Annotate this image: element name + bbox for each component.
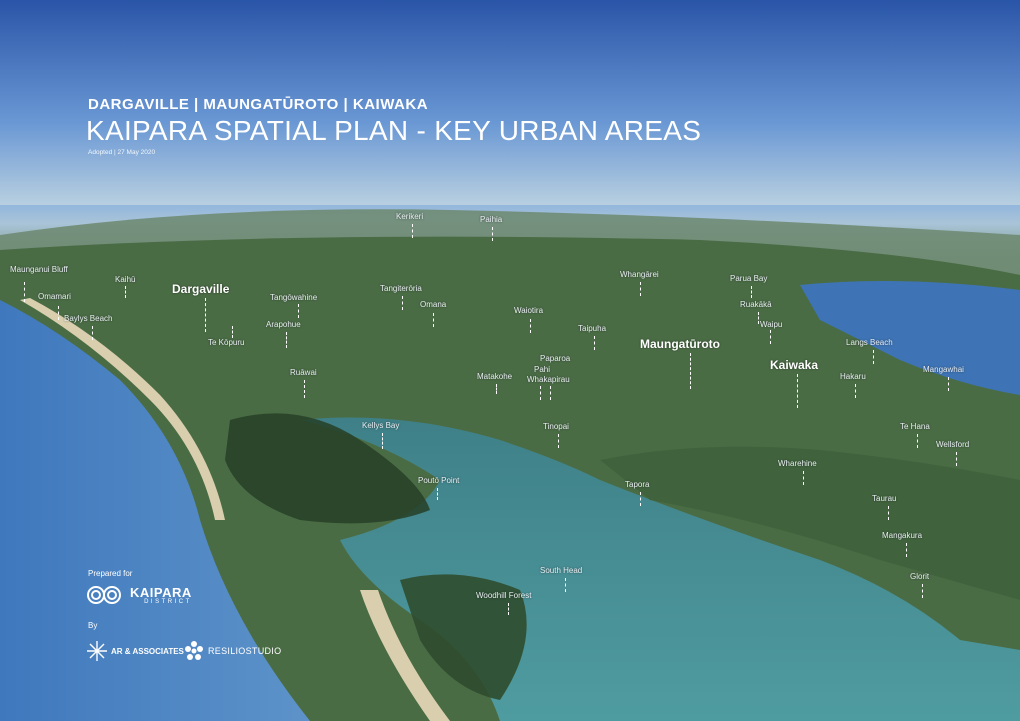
place-hakaru: Hakaru	[840, 372, 866, 381]
header-subtitle: DARGAVILLE | MAUNGATŪROTO | KAIWAKA	[88, 96, 429, 113]
starburst-icon	[87, 641, 107, 661]
place-te-hana: Te Hana	[900, 422, 930, 431]
place-ruawai: Ruāwai	[290, 368, 317, 377]
adopted-date: Adopted | 27 May 2020	[88, 149, 156, 156]
place-kellys-bay: Kellys Bay	[362, 421, 400, 430]
leader-line	[803, 471, 804, 485]
place-tangiteroria: Tangiterōria	[380, 284, 422, 293]
place-wellsford: Wellsford	[936, 440, 970, 449]
place-dargaville: Dargaville	[172, 282, 230, 296]
leader-line	[433, 313, 434, 327]
place-tinopai: Tinopai	[543, 422, 569, 431]
place-woodhill-forest: Woodhill Forest	[476, 591, 532, 600]
leader-line	[286, 332, 287, 348]
leader-line	[402, 296, 403, 310]
leader-line	[855, 384, 856, 398]
leader-line	[906, 543, 907, 557]
place-paihia: Paihia	[480, 215, 503, 224]
leader-line	[496, 384, 497, 394]
leader-line	[24, 282, 25, 302]
resilio-flower-icon	[185, 641, 203, 660]
leader-line	[382, 433, 383, 449]
leader-line	[917, 434, 918, 448]
place-taipuha: Taipuha	[578, 324, 607, 333]
place-glorit: Glorit	[910, 572, 930, 581]
leader-line	[508, 603, 509, 615]
page-title: KAIPARA SPATIAL PLAN - KEY URBAN AREAS	[86, 115, 702, 146]
place-mangakura: Mangakura	[882, 531, 923, 540]
place-whangarei: Whangārei	[620, 270, 659, 279]
place-matakohe: Matakohe	[477, 372, 513, 381]
kaipara-swirl-icon	[87, 586, 121, 604]
leader-line	[640, 492, 641, 506]
leader-line	[92, 326, 93, 340]
place-omamari: Omamari	[38, 292, 71, 301]
leader-line	[412, 224, 413, 238]
place-pouto-point: Poutō Point	[418, 476, 460, 485]
prepared-for-label: Prepared for	[88, 569, 133, 578]
leader-line	[888, 506, 889, 520]
cover-page: DARGAVILLE | MAUNGATŪROTO | KAIWAKA KAIP…	[0, 0, 1020, 721]
leader-line	[304, 380, 305, 398]
place-te-kopuru: Te Kōpuru	[208, 338, 245, 347]
leader-line	[797, 374, 798, 408]
place-baylys-beach: Baylys Beach	[64, 314, 113, 323]
leader-line	[540, 386, 541, 400]
place-mangawhai: Mangawhai	[923, 365, 964, 374]
leader-line	[640, 282, 641, 296]
place-maungaturoto: Maungatūroto	[640, 337, 720, 351]
leader-line	[565, 578, 566, 592]
leader-line	[550, 386, 551, 400]
leader-line	[690, 353, 691, 389]
ar-logo-text: AR & ASSOCIATES	[111, 646, 184, 656]
resilio-studio-logo: RESILIOSTUDIO	[184, 641, 281, 661]
place-ruakaka: Ruakākā	[740, 300, 772, 309]
place-south-head: South Head	[540, 566, 583, 575]
leader-line	[232, 326, 233, 338]
leader-line	[770, 330, 771, 344]
place-paparoa: Paparoa	[540, 354, 571, 363]
place-arapohue: Arapohue	[266, 320, 301, 329]
place-parua-bay: Parua Bay	[730, 274, 768, 283]
leader-line	[530, 319, 531, 333]
place-waipu: Waipu	[760, 320, 783, 329]
leader-line	[956, 452, 957, 466]
leader-line	[205, 298, 206, 332]
leader-line	[948, 377, 949, 391]
leader-line	[437, 488, 438, 500]
kaipara-logo-text: KAIPARA	[130, 584, 192, 600]
place-kaiwaka: Kaiwaka	[770, 358, 819, 372]
leader-line	[298, 304, 299, 318]
place-pahi: Pahi	[534, 365, 551, 374]
place-langs-beach: Langs Beach	[846, 338, 893, 347]
by-label: By	[88, 621, 98, 630]
leader-line	[58, 306, 59, 320]
place-maunganui-bluff: Maunganui Bluff	[10, 265, 68, 274]
place-kerikeri: Kerikeri	[396, 212, 424, 221]
leader-line	[758, 312, 759, 324]
place-taurau: Taurau	[872, 494, 897, 503]
leader-line	[751, 286, 752, 298]
place-tapora: Tapora	[625, 480, 650, 489]
place-omana: Omana	[420, 300, 447, 309]
leader-line	[594, 336, 595, 350]
place-whakapirau: Whakapirau	[527, 375, 570, 384]
place-kaihu: Kaihū	[115, 275, 136, 284]
leader-line	[492, 227, 493, 241]
leader-line	[873, 350, 874, 364]
place-waiotira: Waiotira	[514, 306, 544, 315]
kaipara-district-logo: KAIPARA DISTRICT	[86, 584, 192, 606]
leader-line	[558, 434, 559, 448]
resilio-logo-text: RESILIOSTUDIO	[208, 646, 282, 656]
place-tangowahine: Tangōwahine	[270, 293, 318, 302]
leader-line	[922, 584, 923, 598]
place-wharehine: Wharehine	[778, 459, 817, 468]
ar-associates-logo: AR & ASSOCIATES	[86, 640, 184, 662]
leader-line	[125, 286, 126, 298]
